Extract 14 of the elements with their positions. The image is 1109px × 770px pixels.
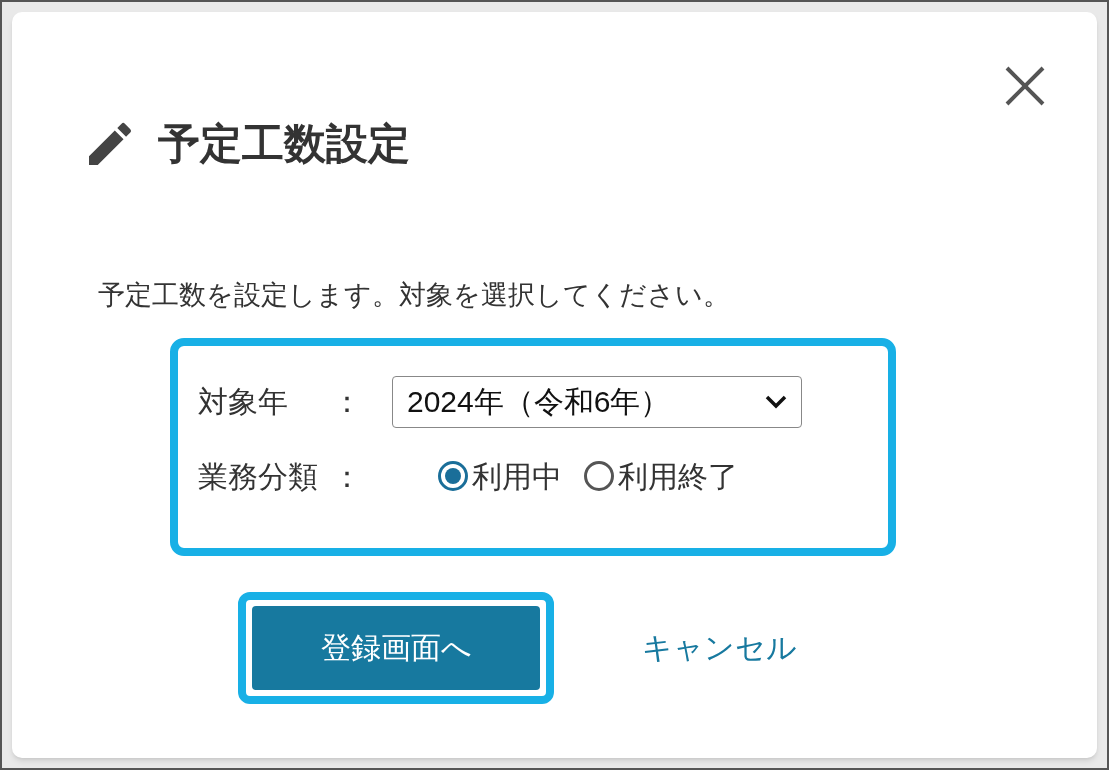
radio-button[interactable] [438,461,468,491]
field-label: 対象年 ： [198,384,363,420]
radio-button[interactable] [584,461,614,491]
radio-option[interactable]: 利用終了 [584,453,738,499]
register-button[interactable]: 登録画面へ [252,605,540,690]
close-icon [1003,64,1047,108]
field-label: 業務分類 ： [198,458,363,495]
cancel-link[interactable]: キャンセル [642,625,797,670]
close-button[interactable] [1003,64,1047,108]
dialog-description: 予定工数を設定します。対象を選択してください。 [98,279,731,312]
year-select[interactable]: 2024年（令和6年） [392,375,802,428]
dialog-title: 予定工数設定 [158,119,410,169]
chevron-down-icon [765,394,787,409]
radio-option[interactable]: 利用中 [438,453,562,499]
